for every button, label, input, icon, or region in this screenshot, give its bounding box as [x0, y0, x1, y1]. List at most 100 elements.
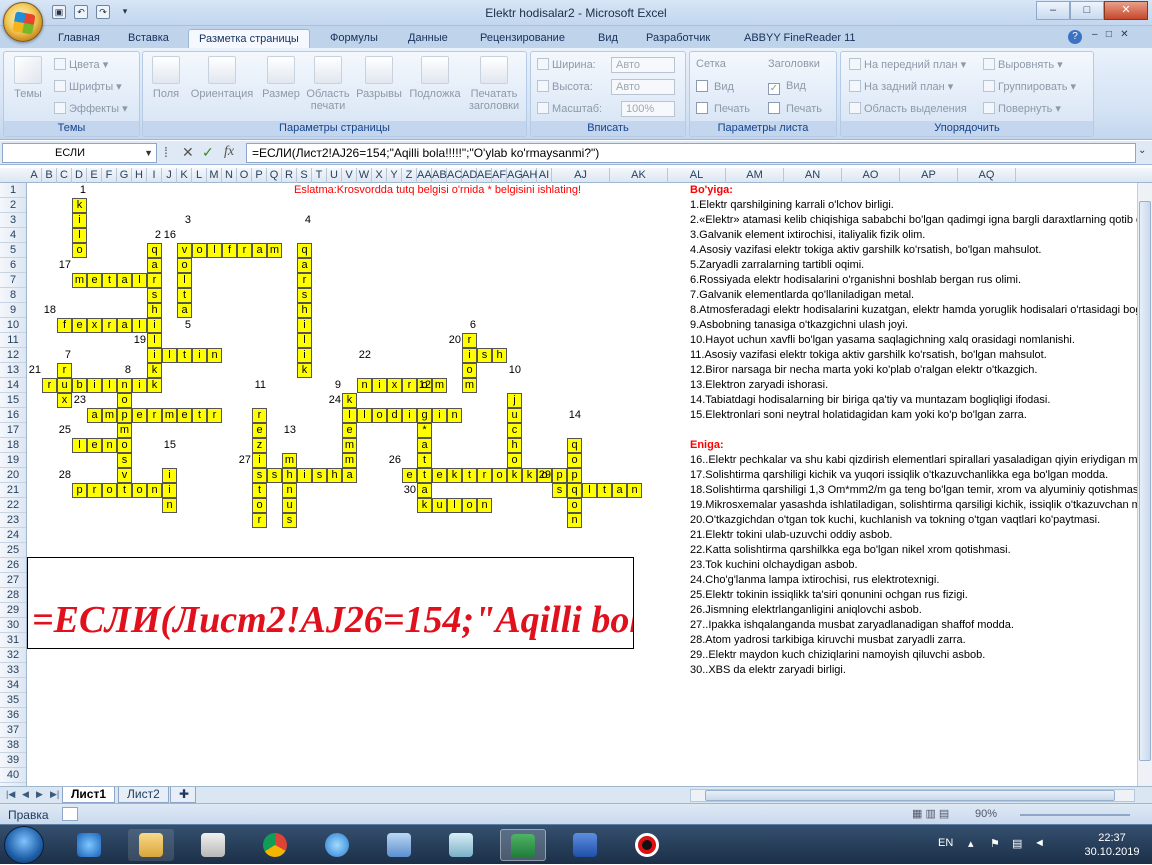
- chrome-button[interactable]: [252, 829, 298, 861]
- column-header[interactable]: X: [372, 168, 387, 183]
- crossword-cell[interactable]: q: [567, 483, 582, 498]
- crossword-cell[interactable]: h: [147, 303, 162, 318]
- row-header[interactable]: 13: [0, 363, 26, 378]
- crossword-cell[interactable]: o: [462, 498, 477, 513]
- crossword-cell[interactable]: r: [102, 318, 117, 333]
- crossword-cell[interactable]: n: [567, 513, 582, 528]
- crossword-cell[interactable]: o: [567, 453, 582, 468]
- crossword-cell[interactable]: a: [342, 468, 357, 483]
- crossword-cell[interactable]: i: [297, 318, 312, 333]
- row-header[interactable]: 27: [0, 573, 26, 588]
- crossword-cell[interactable]: s: [117, 453, 132, 468]
- crossword-cell[interactable]: n: [357, 378, 372, 393]
- vertical-scroll-thumb[interactable]: [1139, 201, 1151, 761]
- row-header[interactable]: 2: [0, 198, 26, 213]
- column-header[interactable]: S: [297, 168, 312, 183]
- crossword-cell[interactable]: a: [417, 483, 432, 498]
- crossword-cell[interactable]: o: [567, 498, 582, 513]
- crossword-cell[interactable]: k: [447, 468, 462, 483]
- crossword-cell[interactable]: g: [417, 408, 432, 423]
- crossword-cell[interactable]: t: [192, 408, 207, 423]
- row-header[interactable]: 10: [0, 318, 26, 333]
- horizontal-scroll-thumb[interactable]: [705, 790, 1115, 801]
- row-header[interactable]: 1: [0, 183, 26, 198]
- crossword-cell[interactable]: h: [507, 438, 522, 453]
- crossword-cell[interactable]: i: [462, 348, 477, 363]
- column-header[interactable]: Y: [387, 168, 402, 183]
- column-header[interactable]: V: [342, 168, 357, 183]
- row-header[interactable]: 25: [0, 543, 26, 558]
- fonts-button[interactable]: Шрифты ▾: [54, 80, 122, 93]
- crossword-cell[interactable]: i: [252, 453, 267, 468]
- crossword-cell[interactable]: u: [57, 378, 72, 393]
- orientation-button[interactable]: Ориентация: [187, 56, 257, 100]
- crossword-cell[interactable]: s: [267, 468, 282, 483]
- crossword-cell[interactable]: t: [597, 483, 612, 498]
- column-header[interactable]: AJ: [552, 168, 610, 183]
- crossword-cell[interactable]: u: [282, 498, 297, 513]
- crossword-cell[interactable]: e: [402, 468, 417, 483]
- crossword-cell[interactable]: l: [102, 378, 117, 393]
- row-header[interactable]: 5: [0, 243, 26, 258]
- crossword-cell[interactable]: a: [177, 303, 192, 318]
- row-header[interactable]: 22: [0, 498, 26, 513]
- crossword-cell[interactable]: k: [72, 198, 87, 213]
- crossword-cell[interactable]: m: [267, 243, 282, 258]
- row-header[interactable]: 35: [0, 693, 26, 708]
- crossword-cell[interactable]: a: [297, 258, 312, 273]
- explorer-button[interactable]: [128, 829, 174, 861]
- tray-arrow-icon[interactable]: ▴: [968, 837, 974, 850]
- background-button[interactable]: Подложка: [405, 56, 465, 100]
- crossword-cell[interactable]: l: [357, 408, 372, 423]
- row-header[interactable]: 24: [0, 528, 26, 543]
- crossword-cell[interactable]: i: [297, 348, 312, 363]
- themes-button[interactable]: Темы: [8, 56, 48, 100]
- crossword-cell[interactable]: n: [207, 348, 222, 363]
- crossword-cell[interactable]: o: [507, 453, 522, 468]
- crossword-cell[interactable]: i: [402, 408, 417, 423]
- macro-record-icon[interactable]: [62, 807, 78, 821]
- first-sheet-icon[interactable]: |◀: [6, 789, 15, 800]
- crossword-cell[interactable]: i: [162, 483, 177, 498]
- crossword-cell[interactable]: f: [57, 318, 72, 333]
- crossword-cell[interactable]: r: [87, 483, 102, 498]
- crossword-cell[interactable]: h: [327, 468, 342, 483]
- cancel-icon[interactable]: ✕: [182, 144, 194, 160]
- crossword-cell[interactable]: r: [147, 408, 162, 423]
- ie-button[interactable]: [66, 829, 112, 861]
- crossword-cell[interactable]: t: [462, 468, 477, 483]
- sheet-tab-list2[interactable]: Лист2: [118, 787, 169, 803]
- crossword-cell[interactable]: k: [507, 468, 522, 483]
- crossword-cell[interactable]: i: [132, 378, 147, 393]
- crossword-cell[interactable]: a: [252, 243, 267, 258]
- crossword-cell[interactable]: o: [177, 258, 192, 273]
- column-header[interactable]: AI: [537, 168, 552, 183]
- gridlines-print-checkbox[interactable]: Печать: [696, 102, 750, 115]
- column-header[interactable]: AG: [507, 168, 523, 183]
- row-header[interactable]: 19: [0, 453, 26, 468]
- column-header[interactable]: M: [207, 168, 222, 183]
- bring-forward-button[interactable]: На передний план ▾: [849, 58, 966, 71]
- crossword-cell[interactable]: r: [462, 333, 477, 348]
- column-header[interactable]: Z: [402, 168, 417, 183]
- crossword-cell[interactable]: e: [87, 438, 102, 453]
- crossword-cell[interactable]: l: [162, 348, 177, 363]
- crossword-cell[interactable]: d: [387, 408, 402, 423]
- formula-input[interactable]: =ЕСЛИ(Лист2!AJ26=154;"Aqilli bola!!!!!";…: [246, 143, 1136, 163]
- crossword-cell[interactable]: m: [102, 408, 117, 423]
- column-header[interactable]: AF: [492, 168, 507, 183]
- close-button[interactable]: ✕: [1104, 1, 1148, 20]
- column-header[interactable]: AN: [784, 168, 842, 183]
- column-header[interactable]: F: [102, 168, 117, 183]
- crossword-cell[interactable]: l: [72, 228, 87, 243]
- crossword-cell[interactable]: e: [252, 423, 267, 438]
- tab-review[interactable]: Рецензирование: [470, 29, 575, 48]
- tab-page-layout[interactable]: Разметка страницы: [188, 29, 310, 48]
- crossword-cell[interactable]: s: [312, 468, 327, 483]
- crossword-cell[interactable]: e: [177, 408, 192, 423]
- record-button[interactable]: [624, 829, 670, 861]
- crossword-cell[interactable]: r: [147, 273, 162, 288]
- globe-button[interactable]: [314, 829, 360, 861]
- crossword-cell[interactable]: i: [192, 348, 207, 363]
- enter-icon[interactable]: ✓: [202, 144, 214, 160]
